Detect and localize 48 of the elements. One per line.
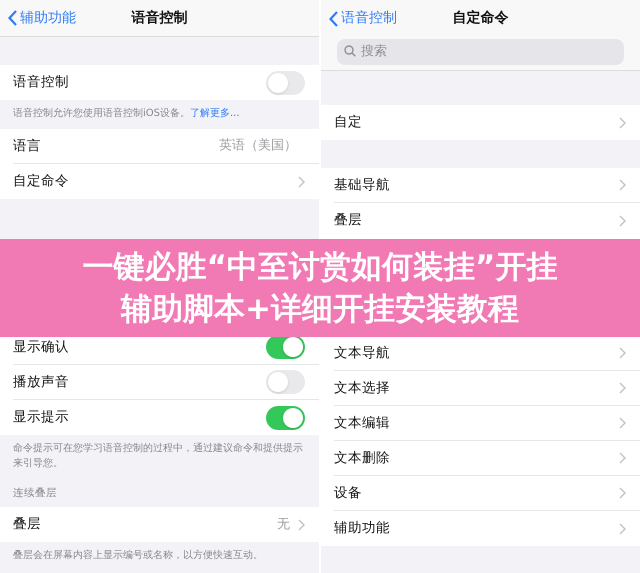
row-label: 设备 xyxy=(334,484,363,503)
back-button[interactable]: 辅助功能 xyxy=(0,8,76,28)
row-label: 显示提示 xyxy=(13,408,70,428)
chevron-icon xyxy=(619,487,626,499)
toggle-switch[interactable] xyxy=(266,335,305,359)
search-field[interactable]: 搜索 xyxy=(337,38,624,64)
row-label: 叠层 xyxy=(334,211,363,230)
chevron-icon xyxy=(619,417,626,429)
footnote-text: 语音控制允许您使用语音控制iOS设备。了解更多... xyxy=(13,106,241,121)
back-chevron-icon xyxy=(8,10,17,26)
chevron-icon xyxy=(619,347,626,359)
nav-title: 语音控制 xyxy=(132,8,188,28)
chevron-icon xyxy=(619,452,626,464)
row-label: 文本导航 xyxy=(334,344,391,363)
chevron-icon xyxy=(619,179,626,191)
toggle-switch[interactable] xyxy=(266,70,305,94)
nav-title: 自定命令 xyxy=(452,8,508,28)
row-label: 文本删除 xyxy=(334,448,391,468)
row-label: 显示确认 xyxy=(13,338,70,357)
row-label: 自定命令 xyxy=(13,172,70,192)
toggle-switch[interactable] xyxy=(266,370,305,394)
chevron-icon xyxy=(298,518,305,530)
footnote-text: 叠层会在屏幕内容上显示编号或名称，以方便快速互动。 xyxy=(13,548,264,563)
row-label: 基础导航 xyxy=(334,176,391,195)
row-label: 文本选择 xyxy=(334,378,391,398)
search-icon xyxy=(344,45,356,57)
row-label: 播放声音 xyxy=(13,372,70,392)
row-label: 语音控制 xyxy=(13,73,70,92)
section-header: 连续叠层 xyxy=(13,486,57,502)
banner-text: 一键必胜“中至讨赏如何装挂”开挂 xyxy=(82,248,558,287)
row-label: 自定 xyxy=(334,113,363,132)
toggle-switch[interactable] xyxy=(266,406,305,430)
chevron-icon xyxy=(619,382,626,394)
back-chevron-icon xyxy=(329,10,338,26)
learn-more-link[interactable]: 了解更多... xyxy=(190,108,240,119)
row-label: 辅助功能 xyxy=(334,519,391,538)
chevron-icon xyxy=(619,214,626,226)
row-label: 文本编辑 xyxy=(334,414,391,433)
chevron-icon xyxy=(619,522,626,534)
row-value: 无 xyxy=(277,516,290,534)
row-value: 英语（美国） xyxy=(219,137,297,156)
row-label: 叠层 xyxy=(13,515,42,534)
footnote-text: 命令提示可在您学习语音控制的过程中，通过建议命令和提供提示来引导您。 xyxy=(13,442,304,471)
back-button[interactable]: 语音控制 xyxy=(321,8,397,29)
chevron-icon xyxy=(298,176,305,188)
chevron-icon xyxy=(619,116,626,128)
banner-text: 辅助脚本+详细开挂安装教程 xyxy=(121,290,519,329)
row-label: 语言 xyxy=(13,136,42,156)
